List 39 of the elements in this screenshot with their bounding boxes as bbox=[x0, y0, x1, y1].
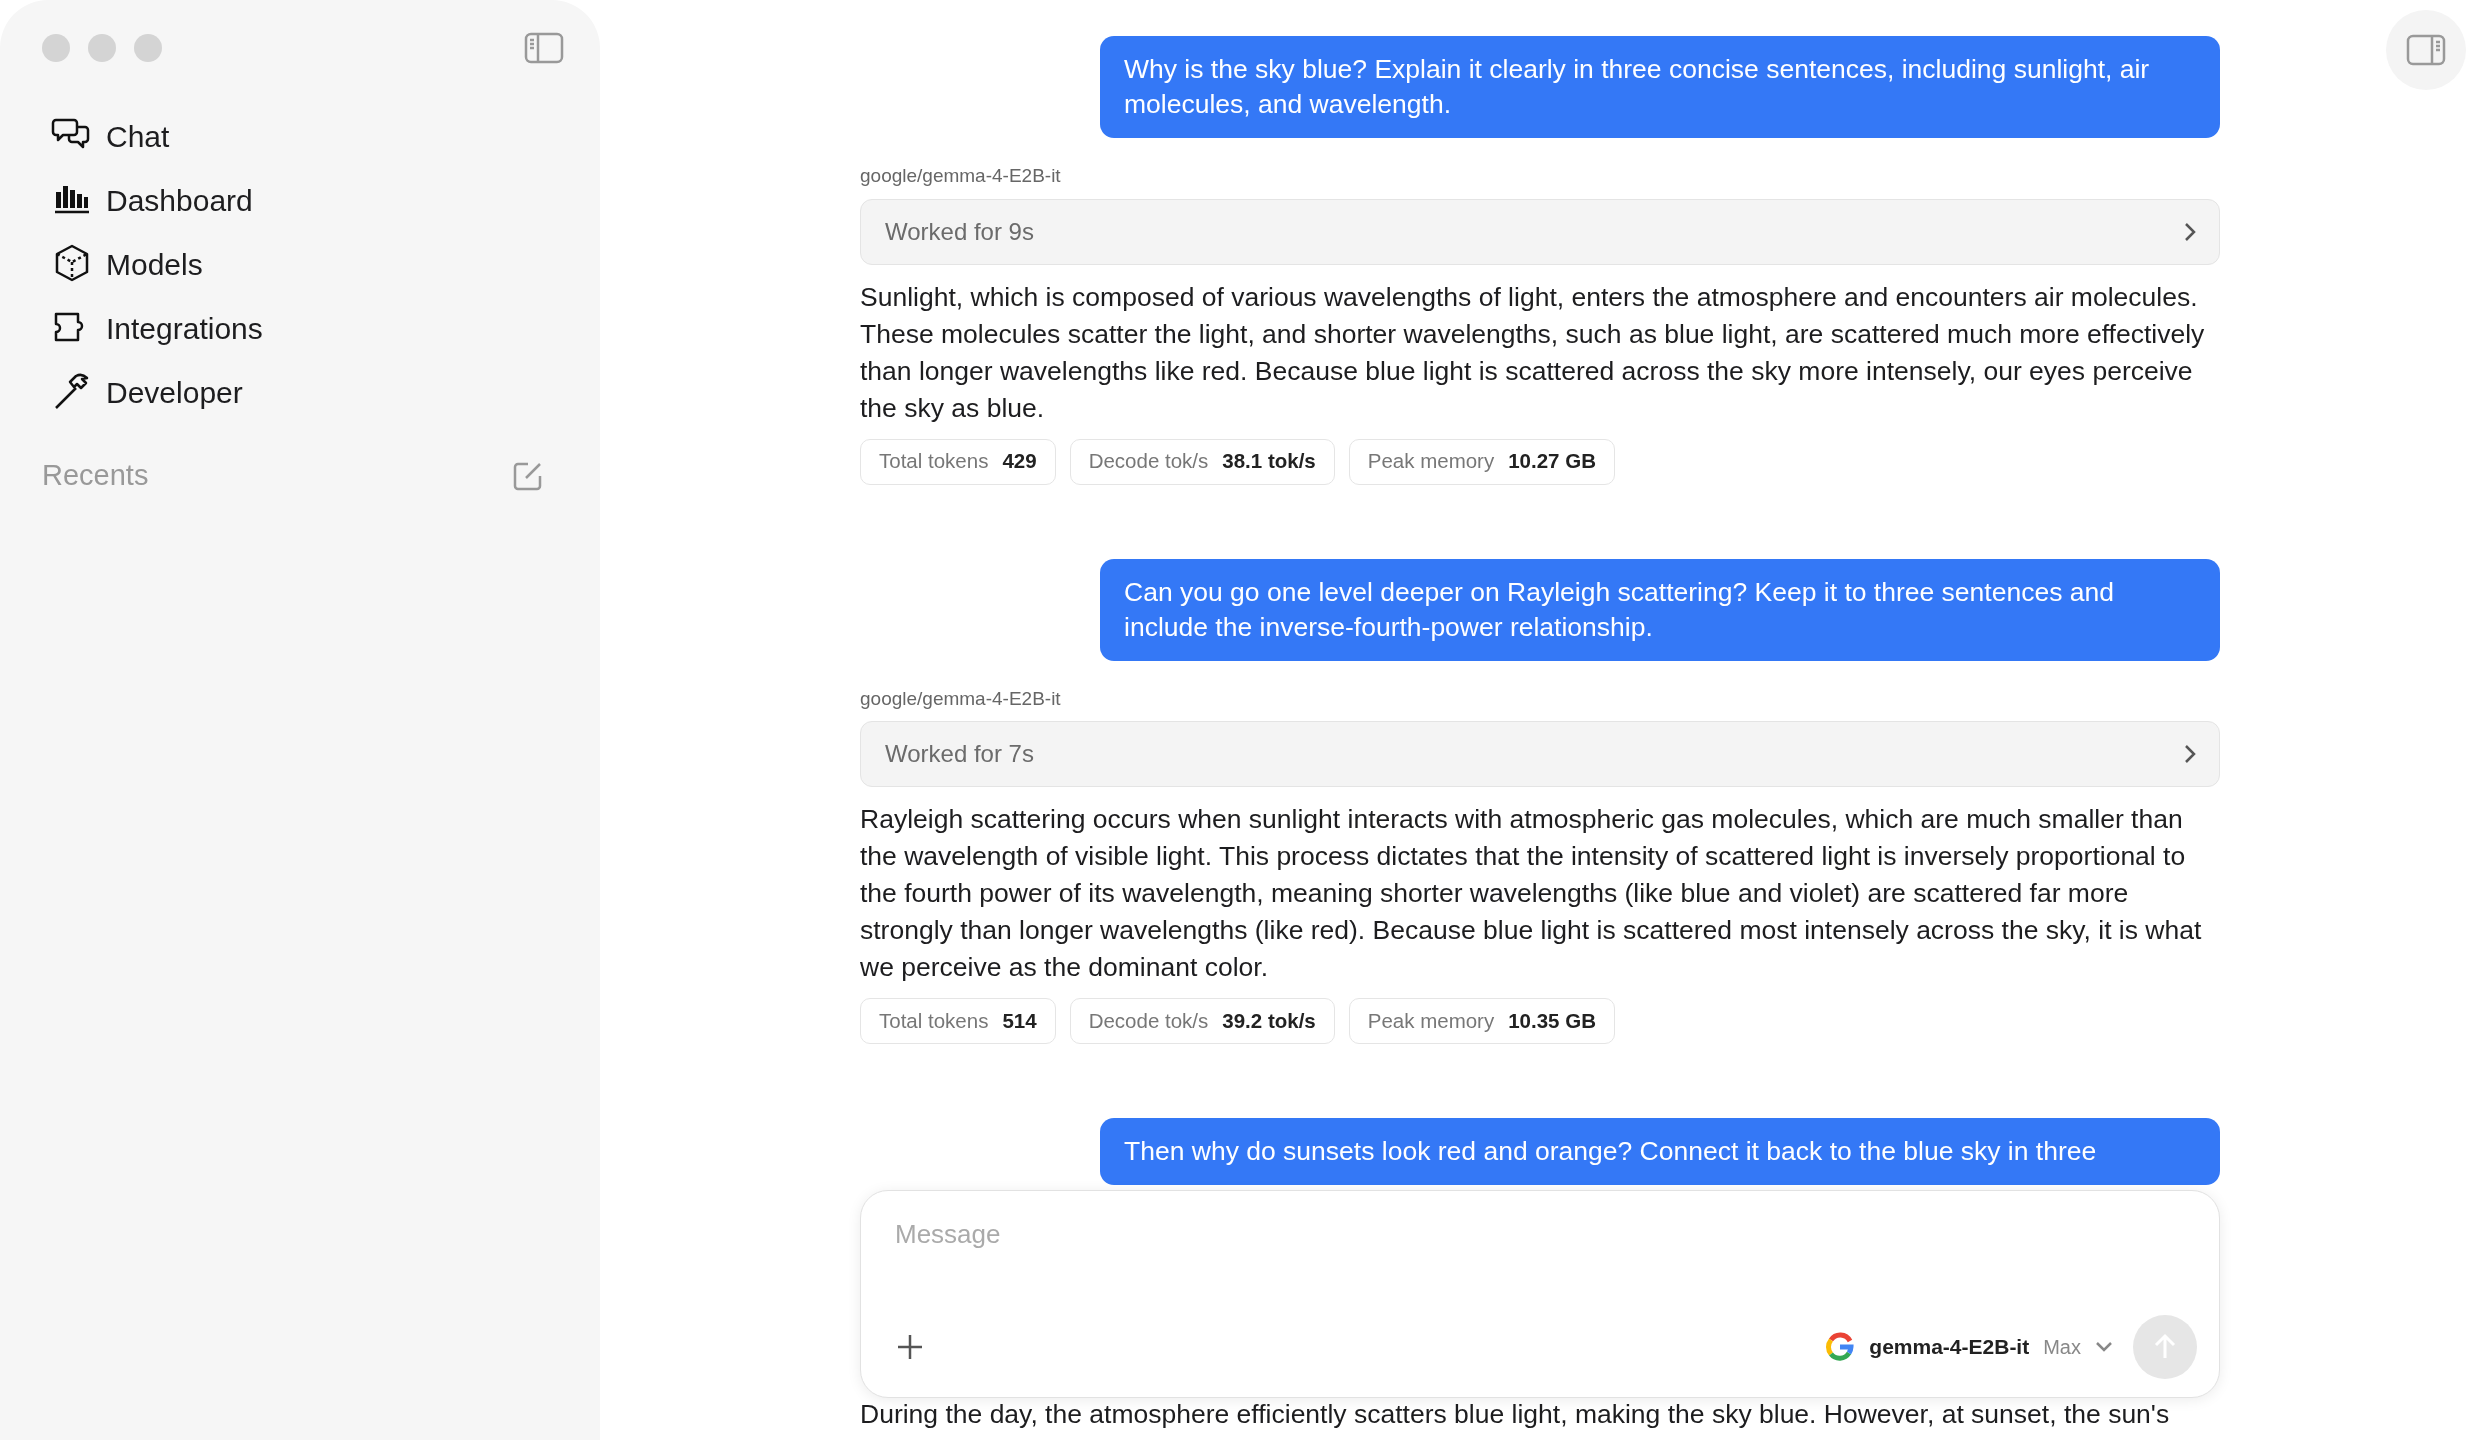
reasoning-disclosure[interactable]: Worked for 9s bbox=[860, 198, 2220, 265]
nav-item[interactable]: Dashboard bbox=[42, 168, 564, 232]
message-composer[interactable]: Message gemma-4-E2B-it Max bbox=[860, 1190, 2220, 1398]
user-message: Can you go one level deeper on Rayleigh scattering? Keep it to three sentences and include the inverse-fourth-power relationship. bbox=[1100, 558, 2220, 661]
nav-item[interactable]: Developer bbox=[42, 360, 564, 424]
add-icon[interactable] bbox=[895, 1332, 925, 1362]
chevron-down-icon bbox=[2095, 1341, 2113, 1353]
stat-label: Total tokens bbox=[879, 1007, 989, 1034]
assistant-message: Rayleigh scattering occurs when sunlight interacts with atmospheric gas molecules, which are much smaller than the wavelength of visible light. This process dictates that the intensity of scattered light is inversely proportional to the fourth power of its wavelength, meaning shorter wavelengths (like blue and violet) are scattered far more strongly than longer wavelengths (like red). Because blue light is scattered most intensely across the sky, it is what we perceive as the dominant color. bbox=[860, 803, 2203, 984]
stat-value: 514 bbox=[1002, 1007, 1037, 1034]
model-selector[interactable]: gemma-4-E2B-it Max bbox=[1825, 1331, 2113, 1363]
nav-item[interactable]: Integrations bbox=[42, 296, 564, 360]
stat-value: 39.2 tok/s bbox=[1222, 1007, 1316, 1034]
stat-value: 10.35 GB bbox=[1508, 1007, 1596, 1034]
nav-item[interactable]: Chat bbox=[42, 104, 564, 168]
close-window-dot[interactable] bbox=[42, 34, 70, 62]
user-message: Then why do sunsets look red and orange? Connect it back to the blue sky in three bbox=[1100, 1118, 2220, 1185]
stat-label: Peak memory bbox=[1367, 1007, 1495, 1034]
stat-label: Peak memory bbox=[1367, 448, 1495, 475]
user-message: Why is the sky blue? Explain it clearly in three concise sentences, including sunlight, air molecules, and wavelength. bbox=[1100, 36, 2220, 138]
google-g-icon bbox=[1825, 1332, 1856, 1362]
stat-value: 10.27 GB bbox=[1508, 448, 1596, 475]
chevron-right-icon bbox=[2183, 220, 2197, 243]
stat-label: Decode tok/s bbox=[1088, 448, 1209, 475]
stat-label: Decode tok/s bbox=[1088, 1007, 1209, 1034]
reasoning-disclosure[interactable]: Worked for 7s bbox=[860, 721, 2220, 787]
model-name: google/gemma-4-E2B-it bbox=[860, 686, 1062, 711]
zoom-window-dot[interactable] bbox=[134, 34, 162, 62]
stat-value: 38.1 tok/s bbox=[1222, 448, 1316, 475]
minimize-window-dot[interactable] bbox=[88, 34, 116, 62]
chevron-right-icon bbox=[2183, 743, 2197, 765]
stat-value: 429 bbox=[1002, 448, 1037, 475]
sidebar-toggle-icon[interactable] bbox=[524, 32, 564, 64]
nav-item[interactable]: Models bbox=[42, 232, 564, 296]
stat-label: Total tokens bbox=[879, 448, 989, 475]
assistant-message: During the day, the atmosphere efficiently scatters blue light, making the sky blue. However, at sunset, the sun's bbox=[860, 1398, 2171, 1431]
recents-label: Recents bbox=[42, 458, 149, 493]
model-name: google/gemma-4-E2B-it bbox=[860, 164, 1062, 188]
assistant-message: Sunlight, which is composed of various wavelengths of light, enters the atmosphere and encounters air molecules. These molecules scatter the light, and shorter wavelengths, such as blue light, are scattered much more effectively than longer wavelengths like red. Because blue light is scattered across the sky more intensely, our eyes perceive the sky as blue. bbox=[860, 280, 2206, 425]
